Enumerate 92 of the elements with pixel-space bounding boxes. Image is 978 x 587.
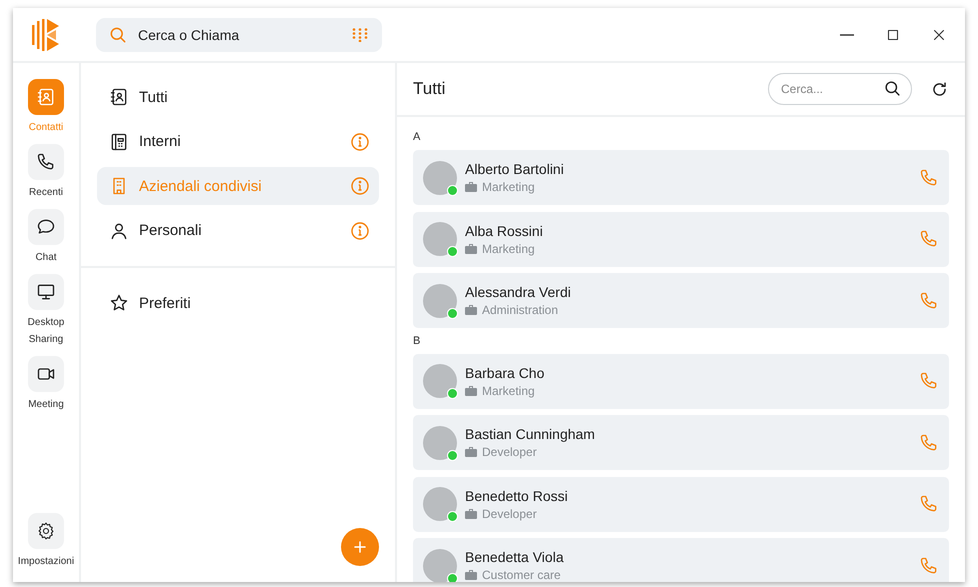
settings-icon bbox=[36, 521, 56, 541]
category-item[interactable]: Personali bbox=[97, 212, 379, 250]
avatar-photo-placeholder bbox=[423, 426, 457, 460]
favorites-item[interactable]: Preferiti bbox=[97, 284, 379, 322]
briefcase-icon bbox=[465, 508, 477, 518]
avatar-photo-placeholder bbox=[423, 284, 457, 318]
phone-icon bbox=[919, 168, 939, 188]
rail-label: Chat bbox=[34, 251, 58, 265]
briefcase-icon bbox=[465, 244, 477, 254]
briefcase-icon bbox=[465, 386, 477, 396]
contact-name: Bastian Cunningham bbox=[465, 426, 596, 442]
contact-department: Developer bbox=[482, 445, 537, 459]
contact-row[interactable]: Alessandra Verdi Administration bbox=[413, 273, 949, 328]
search-call-field[interactable]: Cerca o Chiama bbox=[96, 18, 382, 52]
contact-name: Benedetta Viola bbox=[465, 549, 565, 565]
phone-icon bbox=[919, 432, 939, 452]
category-label: Interni bbox=[139, 133, 182, 150]
minimize-icon bbox=[840, 34, 854, 36]
call-button[interactable] bbox=[919, 556, 939, 576]
settings-button[interactable] bbox=[28, 513, 64, 549]
contact-department: Administration bbox=[482, 303, 558, 317]
briefcase-icon bbox=[465, 305, 477, 315]
call-button[interactable] bbox=[919, 432, 939, 452]
contact-department: Marketing bbox=[482, 384, 535, 398]
category-label: Tutti bbox=[139, 88, 169, 106]
briefcase-icon bbox=[465, 182, 477, 192]
call-button[interactable] bbox=[919, 229, 939, 249]
add-button[interactable] bbox=[341, 528, 379, 566]
call-button[interactable] bbox=[919, 168, 939, 188]
desk-phone-icon bbox=[109, 132, 129, 152]
avatar-photo-placeholder bbox=[423, 222, 457, 256]
star-icon bbox=[109, 293, 129, 313]
phone-icon bbox=[36, 152, 56, 172]
call-button[interactable] bbox=[919, 290, 939, 310]
phone-icon bbox=[919, 371, 939, 391]
contact-department: Customer care bbox=[482, 568, 561, 582]
rail-label: Desktop Sharing bbox=[26, 316, 66, 347]
category-item[interactable]: Tutti bbox=[97, 78, 379, 116]
rail-label: Meeting bbox=[27, 398, 65, 412]
person-icon bbox=[109, 220, 129, 240]
rail-label: Contatti bbox=[28, 121, 64, 135]
rail-label: Recenti bbox=[28, 186, 64, 200]
phone-icon bbox=[919, 494, 939, 514]
contact-department: Developer bbox=[482, 506, 537, 520]
contact-name: Benedetto Rossi bbox=[465, 488, 569, 504]
avatar-photo-placeholder bbox=[423, 548, 457, 582]
contact-row[interactable]: Barbara Cho Marketing bbox=[413, 354, 949, 408]
contact-row[interactable]: Benedetta Viola Customer care bbox=[413, 538, 949, 582]
avatar-photo-placeholder bbox=[423, 160, 457, 194]
dialpad-icon[interactable] bbox=[352, 28, 368, 42]
monitor-icon bbox=[36, 282, 56, 302]
section-letter: B bbox=[413, 334, 422, 348]
favorites-label: Preferiti bbox=[139, 294, 192, 312]
contact-department: Marketing bbox=[482, 242, 535, 256]
panel-title: Tutti bbox=[413, 79, 446, 99]
settings-label: Impostazioni bbox=[16, 555, 76, 569]
info-icon[interactable] bbox=[351, 132, 369, 150]
search-icon bbox=[108, 24, 128, 44]
phone-icon bbox=[919, 290, 939, 310]
contact-row[interactable]: Benedetto Rossi Developer bbox=[413, 476, 949, 532]
refresh-icon bbox=[930, 80, 949, 98]
rail-tab[interactable] bbox=[28, 356, 64, 392]
info-icon[interactable] bbox=[351, 177, 369, 195]
section-letter: A bbox=[413, 131, 422, 145]
address-book-icon bbox=[109, 87, 129, 107]
rail-tab[interactable] bbox=[28, 274, 64, 310]
contact-name: Alberto Bartolini bbox=[465, 161, 565, 177]
category-label: Aziendali condivisi bbox=[139, 178, 263, 194]
contact-row[interactable]: Alba Rossini Marketing bbox=[413, 212, 949, 266]
call-button[interactable] bbox=[919, 494, 939, 514]
contact-name: Barbara Cho bbox=[465, 364, 546, 380]
avatar-photo-placeholder bbox=[423, 487, 457, 521]
search-icon bbox=[883, 79, 902, 98]
category-label: Personali bbox=[139, 222, 203, 239]
contact-row[interactable]: Bastian Cunningham Developer bbox=[413, 415, 949, 470]
avatar-photo-placeholder bbox=[423, 364, 457, 398]
info-icon[interactable] bbox=[351, 222, 369, 240]
rail-tab[interactable] bbox=[28, 209, 64, 245]
address-book-icon bbox=[36, 87, 56, 107]
briefcase-icon bbox=[465, 447, 477, 457]
phone-icon bbox=[919, 229, 939, 249]
category-item[interactable]: Interni bbox=[97, 122, 379, 160]
call-button[interactable] bbox=[919, 371, 939, 391]
contact-name: Alessandra Verdi bbox=[465, 284, 572, 300]
refresh-button[interactable] bbox=[930, 80, 949, 98]
contact-name: Alba Rossini bbox=[465, 222, 544, 238]
contact-department: Marketing bbox=[482, 180, 535, 194]
rail-tab[interactable] bbox=[28, 144, 64, 180]
contact-row[interactable]: Alberto Bartolini Marketing bbox=[413, 150, 949, 205]
briefcase-icon bbox=[465, 570, 477, 580]
phone-icon bbox=[919, 556, 939, 576]
contact-search-field[interactable]: Cerca... bbox=[768, 73, 912, 105]
